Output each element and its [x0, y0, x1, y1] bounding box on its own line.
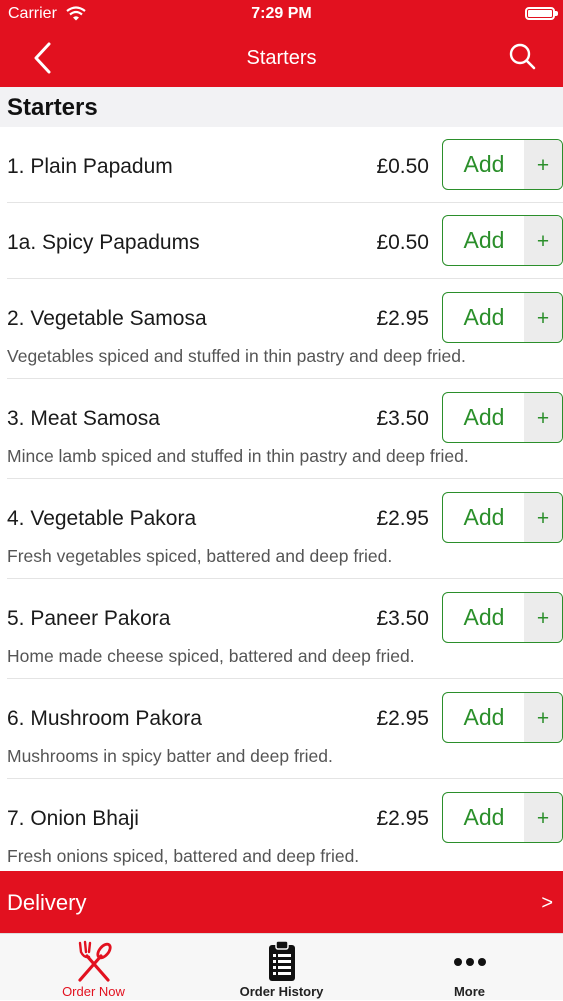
menu-item: 6. Mushroom Pakora £2.95 Add + Mushrooms… [7, 679, 563, 779]
add-button[interactable]: Add + [442, 215, 563, 266]
menu-item: 5. Paneer Pakora £3.50 Add + Home made c… [7, 579, 563, 679]
item-name: 3. Meat Samosa [7, 407, 160, 430]
item-name: 6. Mushroom Pakora [7, 707, 202, 730]
tab-label: More [453, 984, 486, 999]
add-button[interactable]: Add + [442, 592, 563, 643]
section-header: Starters [0, 87, 563, 127]
add-label: Add [463, 404, 505, 430]
status-bar: Carrier 7:29 PM [0, 0, 563, 30]
plus-icon: + [524, 493, 562, 542]
add-button[interactable]: Add + [442, 139, 563, 190]
item-price: £2.95 [376, 807, 429, 830]
more-dots-icon [453, 958, 486, 966]
delivery-button[interactable]: Delivery > [0, 871, 563, 933]
page-title: Starters [246, 47, 317, 69]
tab-order-history[interactable]: Order History [188, 934, 375, 1001]
item-description: Home made cheese spiced, battered and de… [7, 646, 415, 666]
add-label: Add [463, 151, 505, 177]
add-label: Add [463, 304, 505, 330]
add-label: Add [463, 604, 505, 630]
delivery-label: Delivery [7, 890, 87, 915]
tab-order-now[interactable]: Order Now [0, 934, 187, 1001]
item-name: 1. Plain Papadum [7, 155, 173, 178]
status-time: 7:29 PM [251, 5, 312, 22]
tab-label: Order History [239, 984, 324, 999]
search-button[interactable] [505, 40, 541, 76]
battery-icon [525, 7, 558, 20]
item-name: 4. Vegetable Pakora [7, 507, 197, 530]
menu-item: 1a. Spicy Papadums £0.50 Add + [7, 203, 563, 279]
item-name: 2. Vegetable Samosa [7, 307, 207, 330]
item-price: £0.50 [376, 155, 429, 178]
tab-bar: Order Now Order History More [0, 933, 563, 1000]
plus-icon: + [524, 793, 562, 842]
item-price: £0.50 [376, 231, 429, 254]
add-button[interactable]: Add + [442, 492, 563, 543]
item-name: 5. Paneer Pakora [7, 607, 171, 630]
add-label: Add [463, 704, 505, 730]
menu-item: 3. Meat Samosa £3.50 Add + Mince lamb sp… [7, 379, 563, 479]
add-button[interactable]: Add + [442, 692, 563, 743]
item-name: 1a. Spicy Papadums [7, 231, 200, 254]
item-description: Fresh onions spiced, battered and deep f… [7, 846, 360, 866]
add-button[interactable]: Add + [442, 792, 563, 843]
add-button[interactable]: Add + [442, 392, 563, 443]
plus-icon: + [524, 693, 562, 742]
menu-item: 2. Vegetable Samosa £2.95 Add + Vegetabl… [7, 279, 563, 379]
item-price: £2.95 [376, 307, 429, 330]
menu-item: 7. Onion Bhaji £2.95 Add + Fresh onions … [7, 779, 563, 871]
item-price: £3.50 [376, 607, 429, 630]
item-price: £2.95 [376, 707, 429, 730]
item-description: Vegetables spiced and stuffed in thin pa… [7, 346, 466, 366]
plus-icon: + [524, 393, 562, 442]
tab-label: Order Now [62, 984, 125, 999]
plus-icon: + [524, 216, 562, 265]
item-price: £3.50 [376, 407, 429, 430]
add-label: Add [463, 227, 505, 253]
menu-item: 1. Plain Papadum £0.50 Add + [7, 127, 563, 203]
menu-item: 4. Vegetable Pakora £2.95 Add + Fresh ve… [7, 479, 563, 579]
tab-more[interactable]: More [376, 934, 563, 1001]
plus-icon: + [524, 593, 562, 642]
navigation-bar: Starters [0, 30, 563, 87]
chevron-right-icon: > [541, 892, 553, 914]
item-description: Fresh vegetables spiced, battered and de… [7, 546, 393, 566]
fork-knife-icon [77, 940, 112, 982]
add-label: Add [463, 804, 505, 830]
clipboard-icon [268, 940, 295, 981]
item-description: Mince lamb spiced and stuffed in thin pa… [7, 446, 469, 466]
add-label: Add [463, 504, 505, 530]
search-icon [509, 43, 536, 70]
item-name: 7. Onion Bhaji [7, 807, 139, 830]
plus-icon: + [524, 293, 562, 342]
section-title: Starters [7, 94, 98, 121]
item-price: £2.95 [376, 507, 429, 530]
item-description: Mushrooms in spicy batter and deep fried… [7, 746, 333, 766]
add-button[interactable]: Add + [442, 292, 563, 343]
menu-list[interactable]: 1. Plain Papadum £0.50 Add + 1a. Spicy P… [0, 127, 563, 871]
plus-icon: + [524, 140, 562, 189]
